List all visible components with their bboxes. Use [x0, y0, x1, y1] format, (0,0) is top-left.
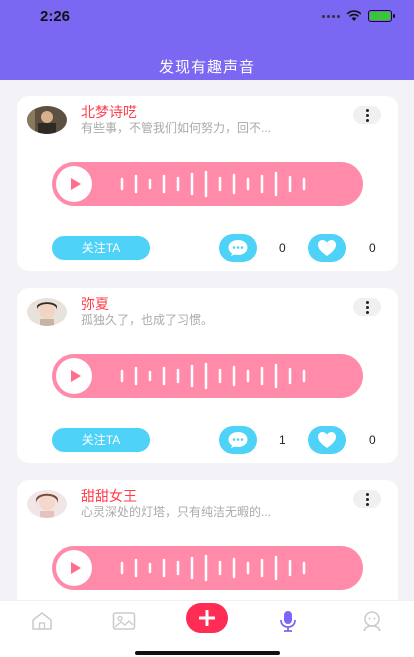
home-icon: [32, 612, 52, 630]
post-card: 弥夏 孤独久了，也成了习惯。 关注TA 1 0: [17, 288, 398, 463]
post-description: 孤独久了，也成了习惯。: [81, 313, 214, 327]
play-icon: [70, 178, 81, 190]
post-description: 有些事，不管我们如何努力，回不...: [81, 121, 272, 135]
comment-count: 0: [279, 241, 286, 255]
comment-icon: [228, 432, 248, 448]
feed-list[interactable]: 北梦诗呓 有些事，不管我们如何努力，回不... 关注TA 0 0 弥夏 孤独久了…: [0, 80, 414, 600]
voice-player[interactable]: [52, 354, 363, 398]
image-icon: [112, 612, 136, 630]
tab-gallery[interactable]: [110, 607, 138, 635]
post-description: 心灵深处的灯塔，只有纯洁无暇的...: [81, 505, 272, 519]
play-button[interactable]: [56, 358, 92, 394]
wifi-icon: [346, 10, 362, 21]
waveform-icon: [118, 546, 318, 590]
post-card: 北梦诗呓 有些事，不管我们如何努力，回不... 关注TA 0 0: [17, 96, 398, 271]
waveform-icon: [118, 354, 318, 398]
voice-player[interactable]: [52, 162, 363, 206]
header: 2:26 发现有趣声音: [0, 0, 414, 80]
home-indicator: [135, 651, 280, 655]
like-count: 0: [369, 241, 376, 255]
page-title: 发现有趣声音: [158, 59, 255, 76]
like-count: 0: [369, 433, 376, 447]
status-icons: [322, 10, 395, 22]
play-button[interactable]: [56, 166, 92, 202]
more-options-button[interactable]: [353, 298, 381, 316]
avatar[interactable]: [27, 106, 67, 134]
comment-button[interactable]: [219, 426, 257, 454]
follow-button[interactable]: 关注TA: [52, 428, 150, 452]
tab-profile[interactable]: [358, 607, 386, 635]
heart-icon: [318, 432, 336, 448]
tab-voice[interactable]: [274, 607, 302, 635]
avatar[interactable]: [27, 298, 67, 326]
waveform-icon: [118, 162, 318, 206]
more-options-button[interactable]: [353, 490, 381, 508]
like-button[interactable]: [308, 234, 346, 262]
add-icon: [199, 610, 215, 626]
profile-icon: [363, 611, 381, 632]
comment-count: 1: [279, 433, 286, 447]
post-card: 甜甜女王 心灵深处的灯塔，只有纯洁无暇的...: [17, 480, 398, 600]
play-button[interactable]: [56, 550, 92, 586]
tab-home[interactable]: [28, 607, 56, 635]
microphone-icon: [280, 611, 296, 632]
like-button[interactable]: [308, 426, 346, 454]
play-icon: [70, 370, 81, 382]
play-icon: [70, 562, 81, 574]
comment-button[interactable]: [219, 234, 257, 262]
avatar[interactable]: [27, 490, 67, 518]
follow-button[interactable]: 关注TA: [52, 236, 150, 260]
more-options-button[interactable]: [353, 106, 381, 124]
tab-bar: [0, 600, 414, 657]
status-bar: 2:26: [0, 0, 414, 34]
add-post-button[interactable]: [186, 603, 228, 633]
comment-icon: [228, 240, 248, 256]
battery-icon: [368, 10, 395, 22]
voice-player[interactable]: [52, 546, 363, 590]
status-time: 2:26: [40, 8, 71, 25]
signal-icon: [322, 14, 340, 18]
heart-icon: [318, 240, 336, 256]
